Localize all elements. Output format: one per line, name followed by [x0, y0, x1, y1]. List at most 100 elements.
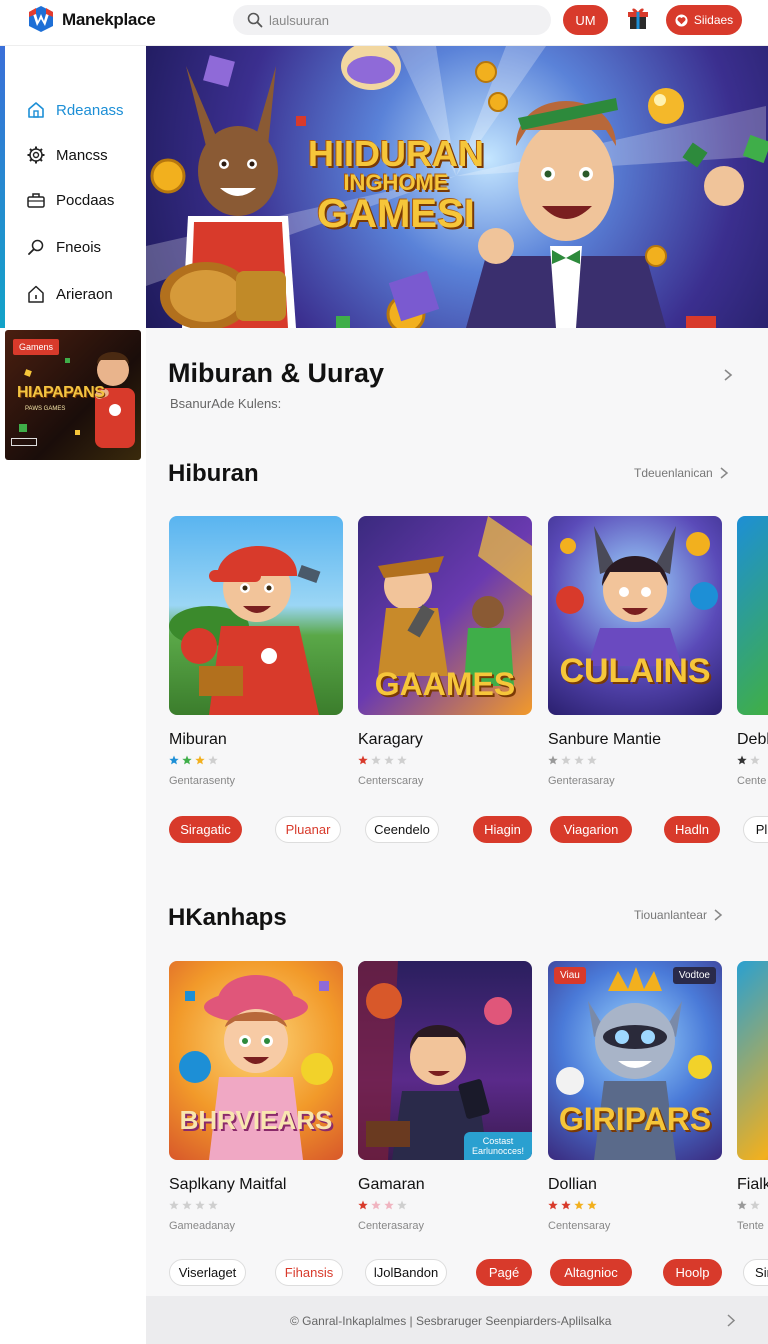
tag-pill[interactable]: Hadln [664, 816, 720, 843]
tag-pill[interactable]: Pagé [476, 1259, 532, 1286]
star-icon [397, 755, 407, 765]
hero-title-line2: INGHOME [343, 170, 449, 195]
tag-pill[interactable]: Pluanar [275, 816, 341, 843]
um-button[interactable]: UM [563, 5, 608, 35]
search-icon [247, 12, 263, 28]
game-card[interactable]: Miburan Gentarasenty [169, 516, 343, 787]
sidebar-item-arieraon[interactable]: Arieraon [26, 280, 113, 308]
sidebar-item-rdeanass[interactable]: Rdeanass [26, 96, 124, 124]
section-see-all-link[interactable]: Tdeuenlanican [634, 466, 729, 480]
star-icon [587, 755, 597, 765]
app-root: Manekplace UM Siidaes [0, 0, 768, 1344]
game-thumbnail [169, 516, 343, 715]
sidebar-item-pocdaas[interactable]: Pocdaas [26, 186, 114, 214]
game-card[interactable]: Debl Cente [737, 516, 768, 787]
game-thumbnail: BHRVIEARS [169, 961, 343, 1160]
game-badge-right: Vodtoe [672, 967, 716, 984]
hero-banner[interactable]: HIIDURAN INGHOME GAMESI [146, 46, 768, 328]
house-icon [28, 285, 44, 303]
star-icon [182, 1200, 192, 1210]
game-thumbnail [737, 961, 768, 1160]
game-thumbnail [737, 516, 768, 715]
game-card[interactable]: Fialk Tente [737, 961, 768, 1232]
search-bar[interactable] [233, 5, 551, 35]
game-category: Genterasaray [548, 775, 615, 787]
star-icon [561, 1200, 571, 1210]
star-icon [587, 1200, 597, 1210]
game-category: Centensaray [548, 1220, 611, 1232]
game-image-title: CULAINS [559, 652, 711, 690]
star-icon [548, 755, 558, 765]
rating-stars [548, 1200, 722, 1212]
game-category: Cente [737, 775, 767, 787]
game-name: Fialk [737, 1176, 768, 1193]
star-icon [182, 755, 192, 765]
sidebar-item-label: Rdeanass [56, 101, 124, 119]
tag-pill[interactable]: lJolBandon [365, 1259, 447, 1286]
star-icon [195, 755, 205, 765]
rating-stars [169, 1200, 343, 1212]
game-category: Centerasaray [358, 1220, 425, 1232]
sidebar-item-mancss[interactable]: Mancss [26, 141, 108, 169]
tag-pill[interactable]: Siragatic [169, 816, 242, 843]
search-input[interactable] [269, 12, 529, 28]
tag-pill[interactable]: Pll [743, 816, 768, 843]
chevron-right-icon [720, 467, 728, 479]
game-thumbnail: Viau Vodtoe GIRIPARS [548, 961, 722, 1160]
sidebar-accent [0, 46, 5, 328]
sidebar: Rdeanass Mancss Pocdaas Fneois Arieraon … [0, 46, 146, 1344]
sidebar-item-label: Fneois [56, 238, 102, 256]
game-card[interactable]: Viau Vodtoe GIRIPARS Dollian Centensaray [548, 961, 722, 1232]
star-icon [195, 1200, 205, 1210]
rating-stars [737, 755, 768, 767]
section-title: HKanhaps [168, 904, 287, 931]
rating-stars [169, 755, 343, 767]
logo-icon[interactable] [28, 5, 54, 33]
game-thumbnail: CULAINS [548, 516, 722, 715]
footer-text[interactable]: © Ganral-Inkaplalmes | Sesbraruger Seenp… [290, 1314, 611, 1328]
tag-pill[interactable]: Viagarion [550, 816, 632, 843]
tag-pill[interactable]: Ceendelo [365, 816, 439, 843]
tag-pill[interactable]: Sir [743, 1259, 768, 1286]
gear-icon [27, 146, 45, 164]
sidebar-item-label: Pocdaas [56, 191, 115, 209]
rating-stars [548, 755, 722, 767]
chevron-right-icon[interactable] [722, 368, 734, 382]
tag-pill[interactable]: Altagnioc [550, 1259, 632, 1286]
section-title: Hiburan [168, 460, 259, 487]
gift-icon[interactable] [626, 6, 650, 32]
star-icon [358, 755, 368, 765]
home-icon [28, 102, 44, 118]
brand-name[interactable]: Manekplace [62, 10, 156, 30]
game-card[interactable]: CULAINS Sanbure Mantie Genterasaray [548, 516, 722, 787]
tag-pill[interactable]: Viserlaget [169, 1259, 246, 1286]
section-see-all-link[interactable]: Tiouanlantear [634, 908, 723, 922]
section-link-label: Tiouanlantear [634, 908, 707, 922]
star-icon [737, 1200, 747, 1210]
star-icon [574, 755, 584, 765]
sidebar-item-label: Mancss [56, 146, 108, 164]
tag-pill[interactable]: Fihansis [275, 1259, 343, 1286]
star-icon [371, 755, 381, 765]
star-icon [371, 1200, 381, 1210]
game-card[interactable]: GAAMES Karagary Centerscaray [358, 516, 532, 787]
promo-section-title[interactable]: Miburan & Uuray [168, 358, 384, 389]
tag-pill[interactable]: Hoolp [663, 1259, 722, 1286]
sidebar-promo-thumbnail[interactable]: Gamens HIAPAPANS PAWS GAMES [5, 330, 141, 460]
rating-stars [737, 1200, 768, 1212]
promo-title: HIAPAPANS [17, 384, 105, 401]
game-image-title: BHRVIEARS [179, 1105, 333, 1135]
tag-pill[interactable]: Hiagin [473, 816, 532, 843]
game-art [169, 546, 321, 715]
sidebar-item-fneois[interactable]: Fneois [26, 233, 101, 261]
chevron-right-icon[interactable] [726, 1314, 736, 1327]
game-card[interactable]: Costast Earlunocces! Gamaran Centerasara… [358, 961, 532, 1232]
star-icon [208, 1200, 218, 1210]
star-icon [397, 1200, 407, 1210]
game-card[interactable]: BHRVIEARS Saplkany Maitfal Gameadanay [169, 961, 343, 1232]
rating-stars [358, 755, 532, 767]
star-icon [384, 755, 394, 765]
star-icon [737, 755, 747, 765]
star-icon [169, 755, 179, 765]
sign-button[interactable]: Siidaes [666, 5, 742, 35]
